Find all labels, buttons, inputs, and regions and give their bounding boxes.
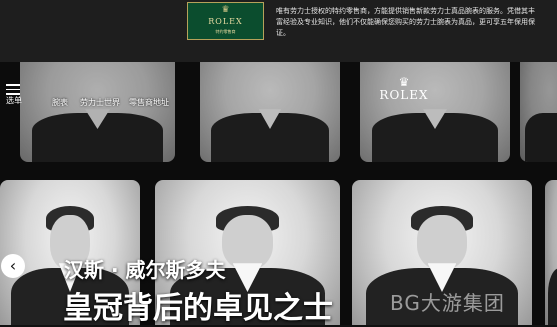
- crown-icon: ♛: [398, 75, 410, 89]
- crown-icon: ♛: [221, 5, 230, 15]
- official-retailer-badge[interactable]: ♛ ROLEX 特约零售商: [187, 2, 264, 40]
- main-navigation: [0, 62, 557, 122]
- watermark: BG大游集团: [390, 291, 505, 315]
- nav-link-world-of-rolex[interactable]: 劳力士世界: [80, 97, 120, 108]
- nav-link-store-locator[interactable]: 零售商地址: [129, 97, 169, 108]
- portrait-photo: [545, 180, 557, 325]
- retailer-banner: ♛ ROLEX 特约零售商 唯有劳力士授权的特约零售商，方能提供销售新款劳力士真…: [0, 0, 557, 62]
- nav-link-watches[interactable]: 腕表: [52, 97, 68, 108]
- badge-subtitle: 特约零售商: [215, 29, 236, 34]
- menu-label[interactable]: 选单: [6, 95, 22, 106]
- previous-slide-button[interactable]: ‹: [1, 254, 25, 278]
- rolex-logo[interactable]: ♛ ROLEX: [378, 76, 430, 102]
- hero-headline: 皇冠背后的卓见之士: [63, 291, 333, 326]
- retailer-notice: 唯有劳力士授权的特约零售商，方能提供销售新款劳力士真品腕表的服务。凭借其丰富经验…: [276, 7, 535, 37]
- hero-kicker: 汉斯 · 威尔斯多夫: [64, 258, 226, 282]
- badge-brand: ROLEX: [208, 17, 243, 26]
- logo-wordmark: ROLEX: [379, 88, 429, 102]
